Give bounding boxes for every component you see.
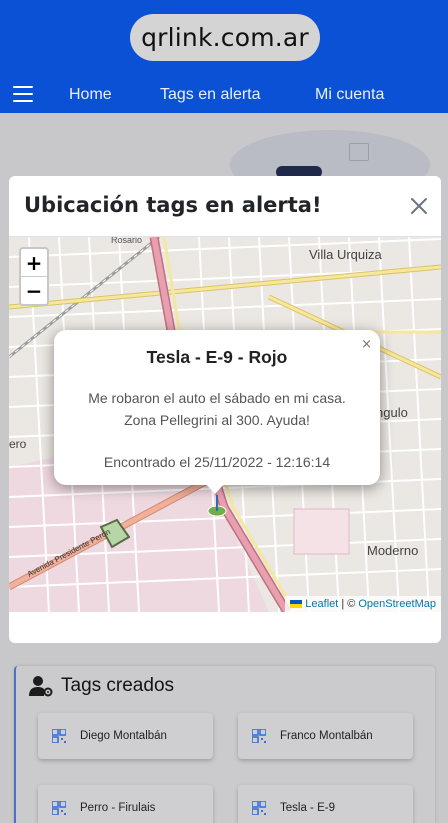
map-attribution: Leaflet | © OpenStreetMap — [285, 596, 441, 612]
qr-code-icon — [52, 729, 66, 743]
popup-description-line-1: Me robaron el auto el sábado en mi casa. — [88, 390, 346, 406]
close-icon[interactable] — [407, 194, 431, 218]
map-label-angulo: ngulo — [376, 405, 408, 420]
tag-item-label: Diego Montalbán — [80, 730, 167, 742]
popup-description: Me robaron el auto el sábado en mi casa.… — [54, 387, 380, 431]
nav-mi-cuenta[interactable]: Mi cuenta — [315, 86, 384, 104]
logo-text: qrlink.com.ar — [141, 23, 309, 52]
tag-item-label: Perro - Firulais — [80, 802, 156, 814]
openstreetmap-link[interactable]: OpenStreetMap — [358, 598, 436, 610]
tag-item-label: Tesla - E-9 — [280, 802, 335, 814]
qr-code-icon — [252, 729, 266, 743]
map-view[interactable]: Villa Urquiza Rosario ngulo ero Moderno … — [9, 237, 441, 612]
alert-map-modal: Ubicación tags en alerta! Villa Urquiza … — [9, 176, 441, 643]
map-label-villa-urquiza: Villa Urquiza — [309, 247, 383, 262]
popup-tip — [205, 483, 225, 494]
map-label-ero: ero — [9, 437, 27, 451]
map-popup: × Tesla - E-9 - Rojo Me robaron el auto … — [54, 330, 380, 485]
zoom-in-button[interactable]: + — [21, 249, 47, 276]
menu-icon[interactable] — [13, 86, 33, 102]
qr-code-icon — [52, 801, 66, 815]
popup-description-line-2: Zona Pellegrini al 300. Ayuda! — [124, 412, 310, 428]
logo[interactable]: qrlink.com.ar — [130, 14, 320, 61]
ukraine-flag-icon — [290, 600, 303, 608]
popup-found-date: Encontrado el 25/11/2022 - 12:16:14 — [103, 454, 331, 470]
tag-item-label: Franco Montalbán — [280, 730, 373, 742]
zoom-control: + − — [19, 247, 49, 306]
tags-created-title: Tags creados — [61, 675, 175, 696]
qr-code-icon — [252, 801, 266, 815]
nav-home[interactable]: Home — [69, 86, 112, 104]
zoom-out-button[interactable]: − — [21, 277, 47, 304]
attribution-separator: | © — [341, 598, 356, 610]
leaflet-link[interactable]: Leaflet — [305, 598, 338, 610]
hero-qr-shape — [349, 143, 369, 161]
modal-title: Ubicación tags en alerta! — [24, 193, 322, 217]
tag-item-perro[interactable]: Perro - Firulais — [38, 785, 213, 823]
tag-item-franco[interactable]: Franco Montalbán — [238, 713, 413, 759]
tag-item-tesla[interactable]: Tesla - E-9 — [238, 785, 413, 823]
popup-title: Tesla - E-9 - Rojo — [146, 347, 288, 367]
nav-tags-en-alerta[interactable]: Tags en alerta — [160, 86, 261, 104]
map-label-moderno: Moderno — [367, 543, 418, 558]
tags-created-header: Tags creados — [29, 673, 174, 699]
user-gear-icon — [29, 676, 53, 697]
tag-item-diego[interactable]: Diego Montalbán — [38, 713, 213, 759]
map-label-rosario: Rosario — [111, 237, 142, 245]
